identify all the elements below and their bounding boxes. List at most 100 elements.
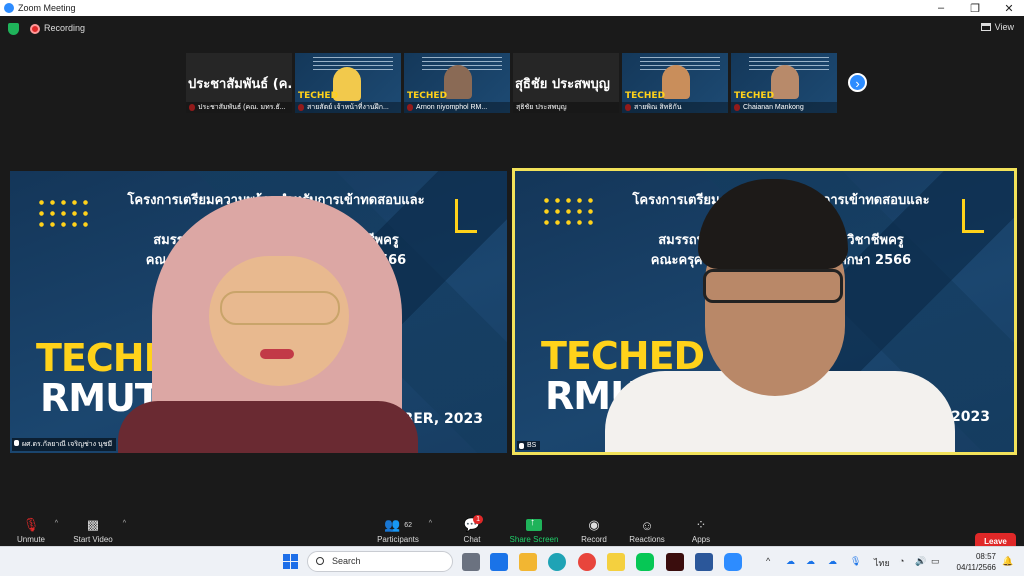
participant-tile[interactable]: TECHED สายพิณ สิทธิกัน — [622, 53, 728, 113]
share-screen-button[interactable]: Share Screen — [509, 517, 559, 544]
chevron-up-icon[interactable]: ^ — [429, 520, 432, 527]
windows-start-icon[interactable] — [283, 554, 298, 569]
reactions-label: Reactions — [629, 535, 665, 544]
chat-button[interactable]: 💬 1 Chat — [458, 515, 486, 544]
language-indicator[interactable]: ไทย — [874, 556, 890, 570]
participant-big-name: สุธิชัย ประสพบุญ — [515, 77, 610, 92]
slide-logo-text: TECHED — [734, 91, 775, 101]
dress — [118, 401, 418, 453]
apps-label: Apps — [691, 535, 711, 544]
window-titlebar: Zoom Meeting – ❐ ✕ — [0, 0, 1024, 16]
mic-icon — [519, 443, 524, 449]
chat-badge: 1 — [473, 515, 483, 524]
tray-overflow-chevron-icon[interactable]: ^ — [766, 556, 770, 566]
task-view-icon[interactable] — [462, 553, 480, 571]
close-button[interactable]: ✕ — [994, 0, 1024, 16]
view-label: View — [994, 22, 1014, 32]
meeting-area: Recording View ประชาสัมพันธ์ (ค... ประชา… — [0, 16, 1024, 562]
participant-name: สายพิณ สิทธิกัน — [622, 102, 728, 113]
start-video-label: Start Video — [73, 535, 113, 544]
reactions-button[interactable]: ☺ Reactions — [627, 517, 667, 545]
participant-name: สายสัตย์ เจ้าหน้าที่งานฝึก... — [295, 102, 401, 113]
unmute-button[interactable]: 🎙 Unmute ^ — [14, 517, 58, 544]
zoom-taskbar-icon[interactable] — [724, 553, 742, 571]
participant-name: ผศ.ดร.กัลยาณี เจริญช่าง นุชมี — [22, 441, 113, 448]
participant-name: Arnon niyomphol RM... — [404, 102, 510, 113]
record-icon: ◉ — [588, 517, 600, 532]
participant-name: Chaianan Mankong — [731, 102, 837, 113]
participants-button[interactable]: 👥 62 Participants ^ — [374, 517, 432, 544]
mic-muted-icon: 🎙 — [22, 517, 40, 532]
glasses — [220, 291, 340, 325]
record-button[interactable]: ◉ Record — [578, 517, 610, 544]
next-page-arrow-icon[interactable]: › — [848, 73, 867, 92]
learning-app-icon[interactable] — [490, 553, 508, 571]
meeting-top-bar: Recording View — [0, 16, 1024, 42]
notification-bell-icon[interactable]: 🔔 — [1002, 556, 1013, 567]
participant-video — [771, 65, 799, 99]
participant-name: BS — [527, 442, 537, 449]
participant-tile[interactable]: TECHED Arnon niyomphol RM... — [404, 53, 510, 113]
edge-browser-icon[interactable] — [548, 553, 566, 571]
clock-date: 04/11/2566 — [956, 563, 996, 572]
zoom-app-icon — [4, 3, 14, 13]
chat-icon: 💬 1 — [463, 515, 483, 532]
video-tile-right-active-speaker[interactable]: โครงการเตรียมความพร้อมสำหรับการเข้าทดสอบ… — [512, 168, 1017, 455]
file-explorer-icon[interactable] — [519, 553, 537, 571]
apps-icon: ⁘ — [695, 517, 707, 532]
chevron-up-icon[interactable]: ^ — [55, 520, 58, 527]
minimize-button[interactable]: – — [926, 0, 956, 16]
chart-bars-icon — [455, 199, 477, 233]
taskbar-search[interactable]: Search — [307, 551, 453, 572]
search-icon — [316, 557, 324, 565]
chevron-up-icon[interactable]: ^ — [123, 520, 126, 527]
slide-dots-decoration — [541, 195, 599, 227]
participant-tile[interactable]: TECHED สายสัตย์ เจ้าหน้าที่งานฝึก... — [295, 53, 401, 113]
record-label: Record — [581, 535, 607, 544]
line-app-icon[interactable] — [636, 553, 654, 571]
unmute-label: Unmute — [16, 535, 45, 544]
participant-name-label: ผศ.ดร.กัลยาณี เจริญช่าง นุชมี — [12, 438, 117, 451]
slide-logo-text: TECHED — [625, 91, 666, 101]
participant-tile[interactable]: สุธิชัย ประสพบุญ สุธิชัย ประสพบุญ — [513, 53, 619, 113]
participant-tile[interactable]: ประชาสัมพันธ์ (ค... ประชาสัมพันธ์ (คณ. ม… — [186, 53, 292, 113]
recording-label[interactable]: Recording — [44, 23, 85, 33]
participant-big-name: ประชาสัมพันธ์ (ค... — [188, 77, 292, 92]
taskbar-clock[interactable]: 08:57 04/11/2566 — [948, 551, 996, 573]
onedrive-icon[interactable]: ☁ — [786, 556, 795, 567]
grid-view-icon — [980, 23, 991, 31]
onedrive-icon[interactable]: ☁ — [828, 556, 837, 567]
participants-count: 62 — [404, 521, 412, 529]
start-video-button[interactable]: ▩ Start Video ^ — [70, 517, 126, 544]
share-screen-icon — [526, 517, 542, 531]
participant-name: ประชาสัมพันธ์ (คณ. มทร.ธั... — [186, 102, 292, 113]
security-shield-icon[interactable] — [8, 23, 19, 35]
chat-label: Chat — [463, 535, 481, 544]
view-button[interactable]: View — [980, 22, 1014, 32]
battery-icon[interactable]: ▭ — [931, 556, 940, 567]
glasses — [703, 269, 843, 303]
chart-bars-icon — [962, 199, 984, 233]
sticky-notes-icon[interactable] — [607, 553, 625, 571]
onedrive-icon[interactable]: ☁ — [806, 556, 815, 567]
speaker-icon[interactable]: 🔊 — [915, 556, 926, 567]
slide-dots-decoration — [36, 197, 94, 229]
participant-video — [444, 65, 472, 99]
window-title: Zoom Meeting — [18, 3, 76, 13]
slide-logo-text: TECHED — [407, 91, 448, 101]
video-tile-left[interactable]: โครงการเตรียมความพร้อมสำหรับการเข้าทดสอบ… — [10, 171, 507, 453]
participants-icon: 👥 62 — [384, 517, 412, 532]
participant-video — [662, 65, 690, 99]
word-icon[interactable] — [695, 553, 713, 571]
microphone-icon[interactable]: 🎙 — [850, 556, 861, 567]
illustrator-icon[interactable] — [666, 553, 684, 571]
participant-name: สุธิชัย ประสพบุญ — [513, 102, 619, 113]
participant-name-label: BS — [517, 441, 541, 450]
participant-tile[interactable]: TECHED Chaianan Mankong — [731, 53, 837, 113]
maximize-button[interactable]: ❐ — [960, 0, 990, 16]
participants-label: Participants — [377, 535, 419, 544]
reactions-icon: ☺ — [640, 517, 654, 533]
wifi-icon[interactable]: ◔ — [899, 556, 904, 566]
chrome-browser-icon[interactable] — [578, 553, 596, 571]
apps-button[interactable]: ⁘ Apps — [688, 517, 714, 544]
